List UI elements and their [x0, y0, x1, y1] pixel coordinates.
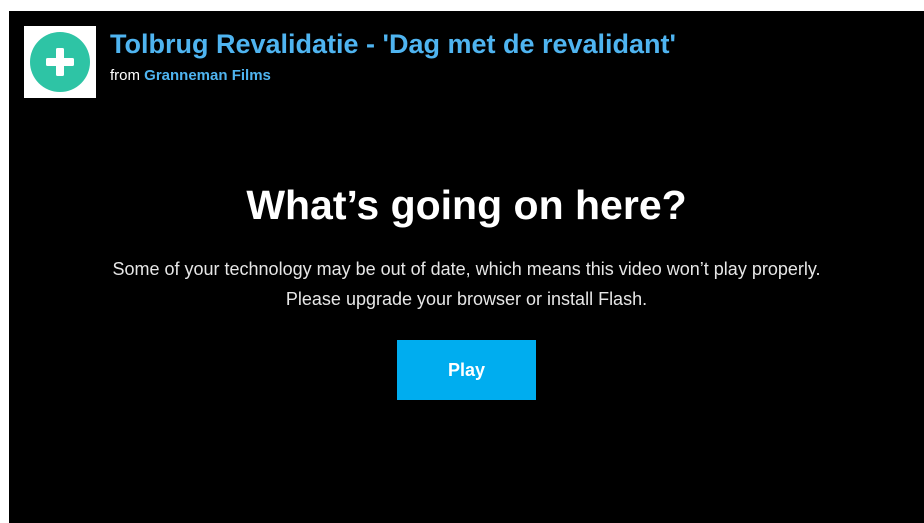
author-link[interactable]: Granneman Films [144, 67, 271, 84]
title-block: Tolbrug Revalidatie - 'Dag met de revali… [110, 26, 676, 85]
video-header: Tolbrug Revalidatie - 'Dag met de revali… [24, 26, 676, 98]
byline-prefix: from [110, 67, 140, 84]
plus-circle-icon [28, 30, 92, 94]
message-heading: What’s going on here? [246, 182, 687, 228]
upgrade-message: What’s going on here? Some of your techn… [9, 181, 924, 400]
message-body: Some of your technology may be out of da… [112, 259, 821, 309]
play-button[interactable]: Play [397, 340, 536, 400]
video-title-link[interactable]: Tolbrug Revalidatie - 'Dag met de revali… [110, 28, 676, 60]
video-player[interactable]: Tolbrug Revalidatie - 'Dag met de revali… [9, 11, 924, 523]
byline: from Granneman Films [110, 67, 676, 85]
author-portrait[interactable] [24, 26, 96, 98]
